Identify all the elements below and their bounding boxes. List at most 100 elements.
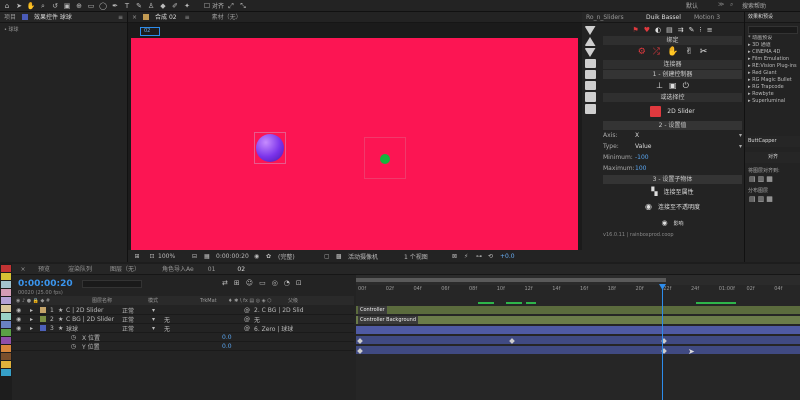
label-color-swatch[interactable] [1,297,11,304]
comp-flowchart-icon[interactable]: ⇄ [222,279,228,287]
layer-duration-bar[interactable]: Controller [356,306,800,314]
tab-comp-01[interactable]: 01 [204,264,220,275]
purple-ball[interactable] [256,134,284,162]
tab-character-import[interactable]: 角色导入Ae [158,264,198,275]
tab-layer[interactable]: 图层（无） [106,264,144,275]
eye-icon[interactable]: ◉ [12,307,30,314]
tab-preview[interactable]: 预览 [34,264,54,275]
effect-category[interactable]: ▸ RG Magic Bullet [745,77,800,84]
effector-button[interactable]: ◉ 影响 [603,218,742,228]
camera-tool-icon[interactable]: ▣ [62,1,72,11]
layers-icon[interactable] [584,70,596,79]
eraser-tool-icon[interactable]: ◆ [158,1,168,11]
tab-project[interactable]: 项目 [0,12,20,23]
toggle-pixel-icon[interactable]: ⊠ [452,253,464,260]
playhead-line[interactable] [662,286,663,400]
label-color-swatch[interactable] [1,361,11,368]
effect-category[interactable]: ▸ CINEMA 4D [745,49,800,56]
search-help[interactable]: 搜索帮助 [742,1,766,10]
settings-icon[interactable] [584,59,596,68]
region-of-interest-icon[interactable]: ▢ [324,253,336,260]
snap-edges-icon[interactable]: ⤡ [238,1,248,11]
ellipse-tool-icon[interactable]: ◯ [98,1,108,11]
minimum-input[interactable]: -100 [635,154,649,161]
down-triangle-icon-2[interactable] [584,48,596,57]
parent-pickwhip-icon[interactable]: @ [244,325,254,332]
motion-blur-icon[interactable]: ◎ [272,279,278,287]
camera-dropdown[interactable]: 活动摄像机 [348,252,404,261]
shy-icon[interactable]: ☺ [246,279,253,287]
tab-comp-02[interactable]: 02 [233,264,249,275]
effect-controls-layer[interactable]: • 球球 [0,23,127,36]
eye-icon[interactable]: ◉ [12,325,30,332]
label-color-swatch[interactable] [1,305,11,312]
trkmat-value[interactable]: 无 [164,315,174,324]
label-color-swatch[interactable] [1,289,11,296]
tab-effect-controls[interactable]: 效果控件 球球 [30,12,76,23]
fast-preview-icon[interactable]: ⚡ [464,253,476,260]
layer-mode[interactable]: 正常 [122,324,152,333]
chevron-down-icon[interactable]: ▾ [152,307,164,314]
chevron-down-icon[interactable]: ▾ [152,325,164,332]
hand-tool-icon[interactable]: ✋ [26,1,36,11]
rotate-tool-icon[interactable]: ↺ [50,1,60,11]
property-value[interactable]: 0.0 [222,343,232,350]
draft-3d-icon[interactable]: ⊞ [234,279,240,287]
expand-arrow-icon[interactable]: ▸ [30,316,40,323]
reset-exposure-icon[interactable]: ⟲ [488,253,500,260]
layer-duration-bar[interactable] [356,336,800,344]
parent-pickwhip-icon[interactable]: @ [244,316,254,323]
layer-duration-bar[interactable] [356,346,800,354]
effect-category[interactable]: ▸ RG Trapcode [745,84,800,91]
stopwatch-icon[interactable]: ◷ [12,334,82,341]
axis-dropdown[interactable]: X [635,132,739,139]
tab-footage[interactable]: 素材（无） [208,12,246,23]
tab-render-queue[interactable]: 渲染队列 [64,264,96,275]
menu-icon[interactable]: ≡ [707,26,713,34]
chart-icon[interactable]: ⊡ [296,279,302,287]
label-color-swatch[interactable] [1,265,11,272]
auto-rig-icon[interactable]: ⚙ [638,47,646,57]
link-icon[interactable]: ⇉ [678,26,684,34]
current-timecode[interactable]: 0:00:00:20 [18,279,73,289]
effect-category[interactable]: ▸ Red Giant [745,70,800,77]
label-color-swatch[interactable] [1,353,11,360]
effects-search-input[interactable] [748,26,798,34]
layer-name-header[interactable]: 图层名称 [92,297,148,304]
trkmat-header[interactable]: TrkMat [200,298,228,304]
label-color-swatch[interactable] [1,281,11,288]
puppet-tool-icon[interactable]: ✦ [182,1,192,11]
tab-align[interactable]: 对齐 [745,152,800,163]
type-tool-icon[interactable]: T [122,1,132,11]
layer-color-label[interactable] [40,307,46,313]
tab-buttcapper[interactable]: ButtCapper [745,136,800,147]
workspace-menu-icon[interactable]: ≫ [718,1,724,8]
panel-menu-icon[interactable]: ≡ [114,12,127,23]
layer-color-label[interactable] [40,316,46,322]
layer-color-label[interactable] [40,325,46,331]
resolution-dropdown[interactable]: (完整) [278,252,324,261]
trkmat-value[interactable]: 无 [164,324,174,333]
effect-category[interactable]: * 动画预设 [745,35,800,42]
connect-opacity-button[interactable]: ◉ 连接至不透明度 [603,199,742,214]
layer-duration-bar[interactable]: Controller Background [356,316,800,324]
puppet-icon[interactable]: ✋ [667,47,678,57]
layer-name[interactable]: C | 2D Slider [66,307,122,314]
tab-ro-sliders[interactable]: Ro_n_Sliders [582,12,642,23]
label-color-swatch[interactable] [1,313,11,320]
up-triangle-icon[interactable] [584,37,596,46]
label-color-swatch[interactable] [1,329,11,336]
expand-arrow-icon[interactable]: ▸ [30,307,40,314]
parent-pickwhip-icon[interactable]: @ [244,307,254,314]
chevron-down-icon[interactable]: ▾ [739,132,742,139]
transparency-grid-icon[interactable]: ▩ [336,253,348,260]
tab-duik-bassel[interactable]: Duik Bassel [642,12,690,23]
stamp-tool-icon[interactable]: ♙ [146,1,156,11]
snapshot-icon[interactable]: ◉ [254,253,266,260]
close-tab-icon[interactable]: × [12,264,34,275]
effect-category[interactable]: ▸ 3D 通道 [745,42,800,49]
type-dropdown[interactable]: Value [635,143,739,150]
label-color-swatch[interactable] [1,273,11,280]
exposure-value[interactable]: +0.0 [500,253,520,260]
connect-properties-button[interactable]: ▚ 连接至属性 [603,184,742,199]
